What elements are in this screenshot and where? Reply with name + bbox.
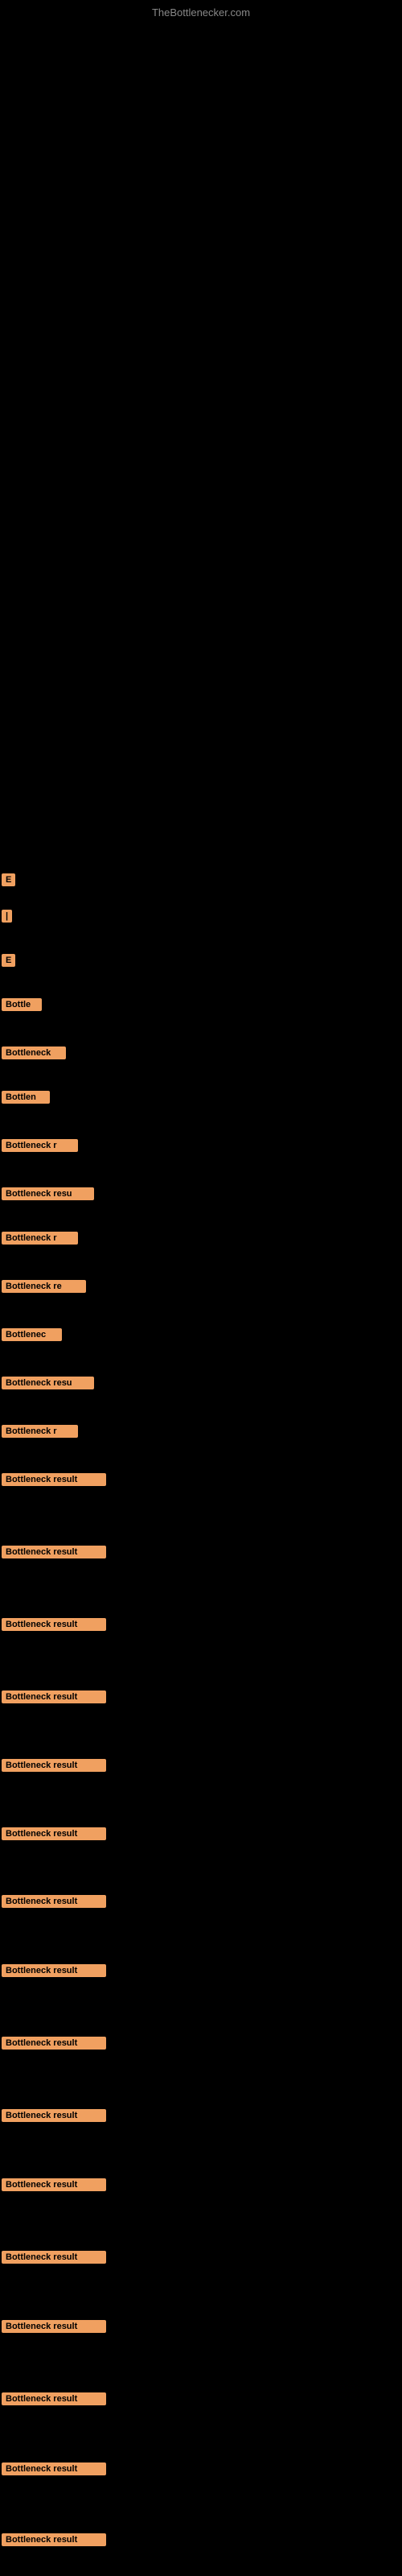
bottleneck-label-24: Bottleneck result xyxy=(2,2178,106,2191)
bottleneck-label-10: Bottleneck re xyxy=(2,1280,86,1293)
bottleneck-label-17: Bottleneck result xyxy=(2,1690,106,1703)
bottleneck-label-23: Bottleneck result xyxy=(2,2109,106,2122)
bottleneck-label-6: Bottlen xyxy=(2,1091,50,1104)
bottleneck-label-26: Bottleneck result xyxy=(2,2320,106,2333)
bottleneck-label-18: Bottleneck result xyxy=(2,1759,106,1772)
bottleneck-label-12: Bottleneck resu xyxy=(2,1377,94,1389)
bottleneck-label-2: | xyxy=(2,910,12,923)
bottleneck-label-9: Bottleneck r xyxy=(2,1232,78,1245)
bottleneck-label-1: E xyxy=(2,873,15,886)
bottleneck-label-21: Bottleneck result xyxy=(2,1964,106,1977)
bottleneck-label-3: E xyxy=(2,954,15,967)
bottleneck-label-22: Bottleneck result xyxy=(2,2037,106,2050)
bottleneck-label-28: Bottleneck result xyxy=(2,2462,106,2475)
bottleneck-label-16: Bottleneck result xyxy=(2,1618,106,1631)
bottleneck-label-7: Bottleneck r xyxy=(2,1139,78,1152)
bottleneck-label-4: Bottle xyxy=(2,998,42,1011)
bottleneck-label-29: Bottleneck result xyxy=(2,2533,106,2546)
bottleneck-label-25: Bottleneck result xyxy=(2,2251,106,2264)
bottleneck-label-13: Bottleneck r xyxy=(2,1425,78,1438)
bottleneck-label-14: Bottleneck result xyxy=(2,1473,106,1486)
bottleneck-label-19: Bottleneck result xyxy=(2,1827,106,1840)
bottleneck-label-11: Bottlenec xyxy=(2,1328,62,1341)
bottleneck-label-15: Bottleneck result xyxy=(2,1546,106,1558)
bottleneck-label-5: Bottleneck xyxy=(2,1046,66,1059)
bottleneck-label-8: Bottleneck resu xyxy=(2,1187,94,1200)
site-title: TheBottlenecker.com xyxy=(152,6,250,19)
bottleneck-label-20: Bottleneck result xyxy=(2,1895,106,1908)
bottleneck-label-27: Bottleneck result xyxy=(2,2392,106,2405)
